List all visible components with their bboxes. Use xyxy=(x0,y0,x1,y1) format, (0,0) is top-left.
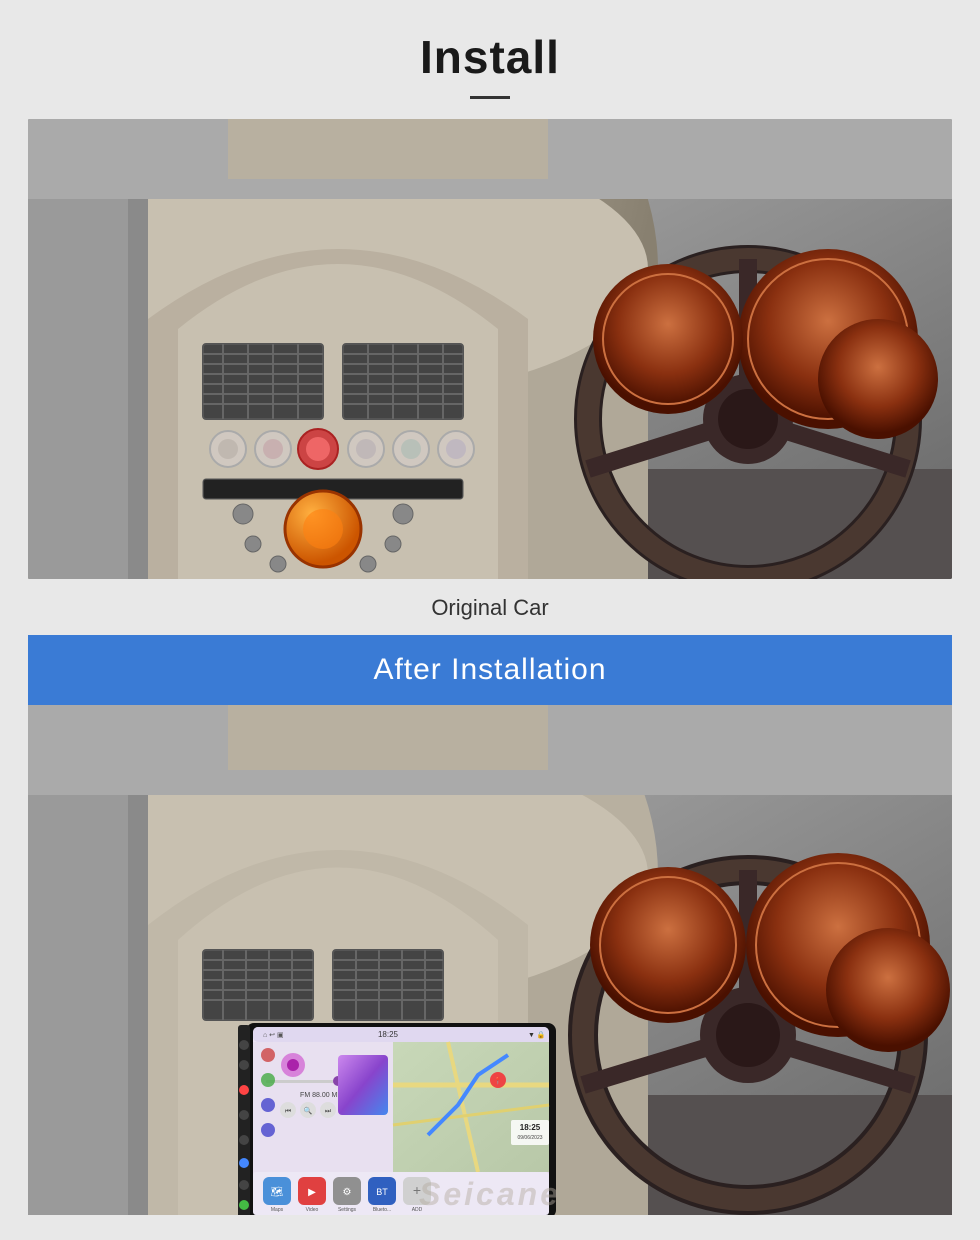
header-section: Install xyxy=(0,0,980,119)
svg-text:Video: Video xyxy=(306,1207,319,1213)
svg-text:⌂ ↩ ▣: ⌂ ↩ ▣ xyxy=(263,1032,284,1039)
svg-text:📍: 📍 xyxy=(494,1076,503,1085)
svg-text:18:25: 18:25 xyxy=(378,1030,399,1039)
svg-text:🔍: 🔍 xyxy=(304,1106,313,1115)
svg-text:Blueto...: Blueto... xyxy=(373,1207,391,1213)
original-car-section: Original Car xyxy=(0,119,980,635)
svg-text:Settings: Settings xyxy=(338,1207,357,1213)
svg-text:BT: BT xyxy=(376,1187,388,1197)
original-car-svg xyxy=(28,119,952,579)
after-install-text: After Installation xyxy=(373,653,606,686)
original-car-image-wrapper xyxy=(28,119,952,579)
original-car-caption: Original Car xyxy=(28,579,952,635)
svg-text:⏮: ⏮ xyxy=(285,1108,291,1115)
svg-text:Maps: Maps xyxy=(271,1207,284,1213)
after-install-banner: After Installation xyxy=(28,635,952,705)
after-car-image-wrapper: 18:25 ▼ 🔒 ⌂ ↩ ▣ FM 88.00 MHz ⏮ 🔍 xyxy=(28,705,952,1215)
svg-text:▶: ▶ xyxy=(308,1187,316,1198)
svg-text:09/06/2023: 09/06/2023 xyxy=(517,1135,542,1141)
after-install-section: After Installation xyxy=(0,635,980,1215)
svg-text:18:25: 18:25 xyxy=(520,1123,541,1132)
title-divider xyxy=(470,96,510,99)
svg-text:⏭: ⏭ xyxy=(325,1108,332,1115)
page-container: Install xyxy=(0,0,980,1215)
svg-text:⚙: ⚙ xyxy=(343,1187,352,1198)
svg-text:🗺: 🗺 xyxy=(271,1186,284,1198)
svg-text:▼ 🔒: ▼ 🔒 xyxy=(528,1031,546,1039)
page-title: Install xyxy=(0,30,980,84)
after-car-svg: 18:25 ▼ 🔒 ⌂ ↩ ▣ FM 88.00 MHz ⏮ 🔍 xyxy=(28,705,952,1215)
svg-text:Seicane: Seicane xyxy=(419,1176,561,1212)
